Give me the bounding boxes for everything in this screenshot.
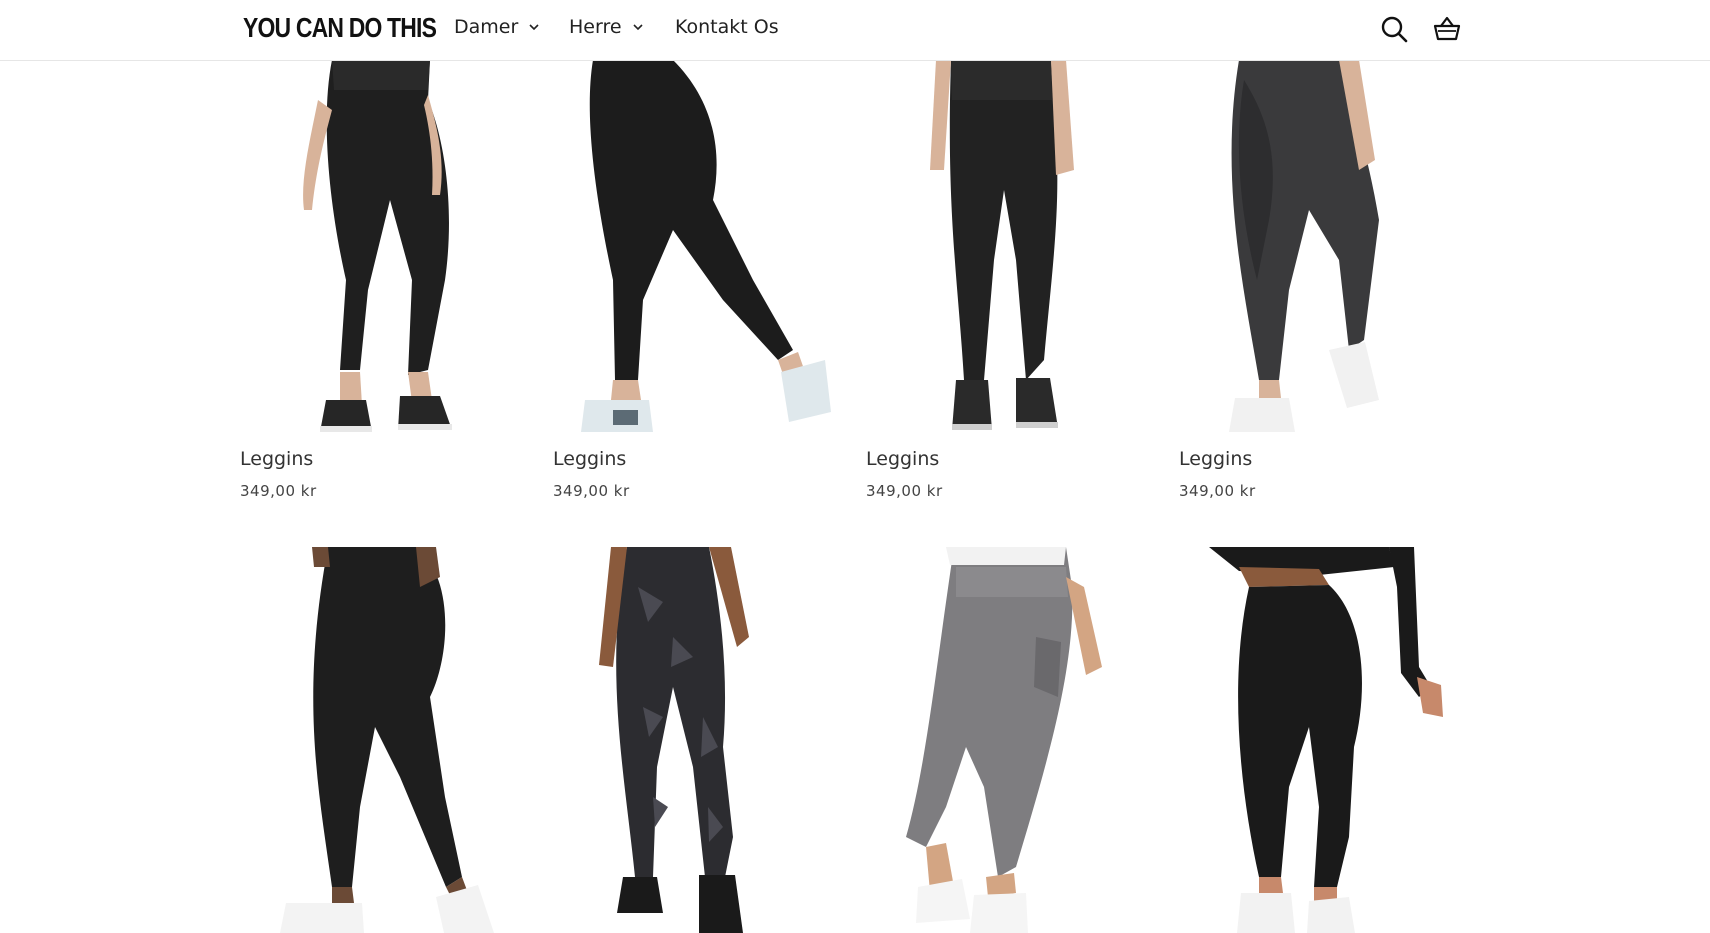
product-price: 349,00 kr bbox=[866, 482, 943, 500]
product-image[interactable] bbox=[1179, 60, 1479, 435]
product-image[interactable] bbox=[866, 60, 1166, 435]
nav-item-damer[interactable]: Damer bbox=[454, 16, 540, 38]
product-image[interactable] bbox=[240, 547, 540, 933]
site-header: YOU CAN DO THIS Damer Herre Kontakt Os bbox=[0, 0, 1710, 61]
nav-item-label: Damer bbox=[454, 16, 519, 38]
legs-figure bbox=[303, 60, 452, 432]
nav-item-label: Herre bbox=[569, 16, 622, 38]
product-image[interactable] bbox=[553, 60, 853, 435]
product-image[interactable] bbox=[553, 547, 853, 933]
nav-item-label: Kontakt Os bbox=[675, 16, 779, 38]
product-image[interactable] bbox=[240, 60, 540, 435]
product-title[interactable]: Leggins bbox=[1179, 448, 1252, 470]
legging-shape bbox=[313, 547, 462, 887]
legging-shape bbox=[589, 60, 793, 380]
product-grid: Leggins 349,00 kr Leggins 349,00 kr Legg… bbox=[0, 0, 1710, 933]
product-title[interactable]: Leggins bbox=[553, 448, 626, 470]
product-title[interactable]: Leggins bbox=[866, 448, 939, 470]
basket-icon[interactable] bbox=[1432, 14, 1462, 44]
product-price: 349,00 kr bbox=[553, 482, 630, 500]
chevron-down-icon bbox=[529, 24, 539, 31]
chevron-down-icon bbox=[632, 24, 643, 31]
product-image[interactable] bbox=[1179, 547, 1479, 933]
legging-shape bbox=[949, 60, 1058, 380]
site-logo[interactable]: YOU CAN DO THIS bbox=[243, 12, 437, 44]
product-title[interactable]: Leggins bbox=[240, 448, 313, 470]
search-icon[interactable] bbox=[1379, 14, 1409, 44]
product-price: 349,00 kr bbox=[240, 482, 317, 500]
product-image[interactable] bbox=[866, 547, 1166, 933]
product-price: 349,00 kr bbox=[1179, 482, 1256, 500]
legging-shape bbox=[1238, 585, 1362, 887]
nav-item-kontakt-os[interactable]: Kontakt Os bbox=[675, 16, 779, 38]
nav-item-herre[interactable]: Herre bbox=[569, 16, 644, 38]
